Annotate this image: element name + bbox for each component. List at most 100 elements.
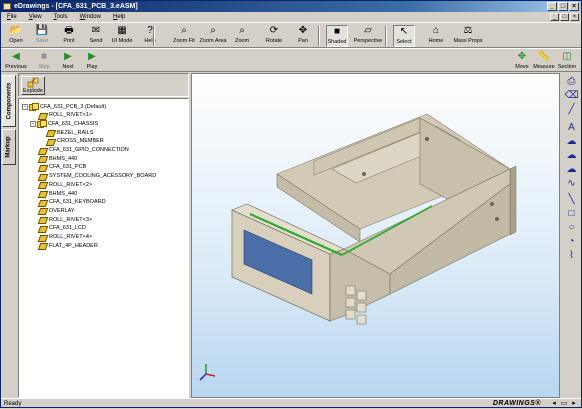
tree-node[interactable]: CFA_631_KEYBOARD: [38, 198, 106, 207]
menu-window[interactable]: Window: [78, 14, 103, 20]
perspective-button[interactable]: ▱ Perspective: [353, 25, 383, 47]
explode-button[interactable]: Explode: [21, 76, 45, 95]
doc-restore-button[interactable]: □: [560, 13, 569, 21]
stop-icon: ■: [40, 51, 48, 62]
circle-icon[interactable]: ○: [565, 221, 578, 234]
tree-node-label: ROLL_RIVET<4>: [49, 234, 93, 240]
rectangle-icon[interactable]: □: [565, 207, 578, 220]
save-button[interactable]: 💾 Save: [31, 25, 53, 47]
collapse-toggle-icon[interactable]: −: [22, 103, 28, 110]
perspective-icon: ▱: [364, 25, 372, 36]
move-button[interactable]: ✥ Move: [511, 51, 533, 73]
menu-help[interactable]: Help: [111, 14, 127, 20]
spline-icon[interactable]: ⌇: [565, 249, 578, 262]
toolbar-label: Previous: [5, 64, 27, 70]
tree-node[interactable]: ROLL_RIVET<4>: [38, 233, 92, 242]
tree-node[interactable]: ROLL_RIVET<2>: [38, 180, 92, 189]
doc-close-button[interactable]: ×: [570, 13, 579, 21]
stop-button[interactable]: ■ Stop: [33, 51, 55, 73]
play-button[interactable]: ▶ Play: [81, 51, 103, 73]
tree-node[interactable]: OVERLAY: [38, 206, 75, 215]
cloud-text-icon[interactable]: ☁: [565, 149, 578, 162]
menu-bar: File View Tools Window Help: [1, 12, 581, 22]
status-prev-icon[interactable]: ◂: [550, 400, 558, 408]
doc-minimize-button[interactable]: _: [550, 13, 559, 21]
status-sheet-icon[interactable]: ▭: [560, 400, 568, 408]
freehand-icon[interactable]: ∿: [565, 177, 578, 190]
send-button[interactable]: ✉ Send: [85, 25, 107, 47]
edrawings-window: eDrawings - [CFA_631_PCB_3.eASM] _ □ × F…: [0, 0, 582, 408]
menu-view[interactable]: View: [27, 14, 44, 20]
keypad-button: [356, 314, 367, 325]
next-button[interactable]: ▶ Next: [57, 51, 79, 73]
toolbar-label: Open: [9, 38, 23, 44]
tree-node-label: BHMS_440: [49, 155, 78, 162]
cloud-icon[interactable]: ☁: [565, 163, 578, 176]
rotate-button[interactable]: ⟳ Rotate: [263, 25, 285, 47]
print-button[interactable]: 🖶 Print: [58, 25, 80, 47]
zoom-fit-button[interactable]: ⌕ Zoom Fit: [169, 25, 199, 47]
line-icon[interactable]: ╲: [565, 193, 578, 206]
tree-node[interactable]: SYSTEM_COOLING_ACESSORY_BOARD: [38, 172, 156, 181]
next-icon: ▶: [64, 51, 72, 62]
tree-node[interactable]: BHMS_440: [38, 154, 77, 163]
measure-button[interactable]: 📏 Measure: [533, 51, 555, 73]
app-icon: [3, 3, 11, 10]
ui-mode-icon: ▦: [117, 25, 127, 36]
explode-icon: [27, 77, 39, 88]
close-button[interactable]: ×: [569, 2, 579, 11]
text-icon[interactable]: A: [565, 121, 578, 134]
home-button[interactable]: ⌂ Home: [425, 25, 447, 47]
tree-node[interactable]: BHMS_440: [38, 189, 77, 198]
tree-node[interactable]: CFA_631_PCB: [38, 163, 86, 172]
shaded-button[interactable]: ■ Shaded: [326, 25, 348, 47]
tree-node[interactable]: ROLL_RIVET<3>: [38, 215, 92, 224]
mass-props-button[interactable]: ⚖ Mass Props: [453, 25, 483, 47]
pan-button[interactable]: ✥ Pan: [292, 25, 314, 47]
arc-icon[interactable]: ◔: [565, 235, 578, 248]
part-icon: [38, 207, 47, 214]
tab-markup[interactable]: Markup: [2, 129, 16, 165]
toolbar-label: Print: [63, 38, 75, 44]
components-panel: Explode − CFA_631_PCB_3 (Default) ROLL_RIV…: [18, 73, 189, 398]
stamp-icon[interactable]: ⎙: [565, 75, 578, 88]
toolbar-label: Pan: [298, 38, 308, 44]
tree-node[interactable]: − CFA_631_CHASSIS: [30, 119, 98, 129]
zoom-area-button[interactable]: ⌕ Zoom Area: [198, 25, 228, 47]
maximize-button[interactable]: □: [558, 2, 568, 11]
section-button[interactable]: ◫ Section: [556, 51, 578, 73]
axis-triad: [199, 364, 216, 381]
cloud-icon[interactable]: ☁: [565, 135, 578, 148]
component-tree[interactable]: − CFA_631_PCB_3 (Default) ROLL_RIVET<1> − CF…: [18, 98, 189, 398]
assembly-icon: [37, 120, 47, 129]
collapse-toggle-icon[interactable]: −: [30, 120, 36, 127]
minimize-button[interactable]: _: [547, 2, 557, 11]
select-button[interactable]: ↖ Select: [393, 25, 415, 47]
tree-node[interactable]: − CFA_631_PCB_3 (Default): [22, 102, 106, 111]
menu-file[interactable]: File: [5, 14, 19, 20]
tree-node[interactable]: CROSS_MEMBER: [46, 137, 104, 146]
main-toolbar: 📂 Open 💾 Save 🖶 Print ✉ Send ▦ UI Mode ? Help ⌕ Zoom …: [1, 22, 581, 48]
tree-node[interactable]: CFA_631_LCD: [38, 224, 86, 233]
open-button[interactable]: 📂 Open: [5, 25, 27, 47]
measure-icon: 📏: [537, 51, 551, 62]
3d-viewport[interactable]: [191, 73, 560, 398]
status-next-icon[interactable]: ▸: [570, 400, 578, 408]
part-icon: [38, 216, 47, 223]
line-icon[interactable]: ╱: [565, 103, 578, 116]
tree-node[interactable]: FLAT_4P_HEADER: [38, 241, 98, 250]
previous-button[interactable]: ◀ Previous: [5, 51, 27, 73]
tree-node[interactable]: CFA_631_GPIO_CONNECTION: [38, 146, 129, 155]
window-title: eDrawings - [CFA_631_PCB_3.eASM]: [14, 3, 138, 10]
play-icon: ▶: [88, 51, 96, 62]
tree-node[interactable]: ROLL_RIVET<1>: [38, 111, 92, 120]
tree-node[interactable]: BEZEL_RAILS: [46, 128, 93, 137]
zoom-button[interactable]: ⌕ Zoom: [231, 25, 253, 47]
title-bar[interactable]: eDrawings - [CFA_631_PCB_3.eASM] _ □ ×: [1, 1, 581, 12]
help-button[interactable]: ? Help: [139, 25, 161, 47]
ui-mode-button[interactable]: ▦ UI Mode: [111, 25, 133, 47]
tree-node-label: CFA_631_PCB_3 (Default): [40, 103, 107, 110]
eraser-icon[interactable]: ⌫: [564, 89, 578, 102]
menu-tools[interactable]: Tools: [52, 14, 70, 20]
tab-components[interactable]: Components: [2, 75, 16, 127]
